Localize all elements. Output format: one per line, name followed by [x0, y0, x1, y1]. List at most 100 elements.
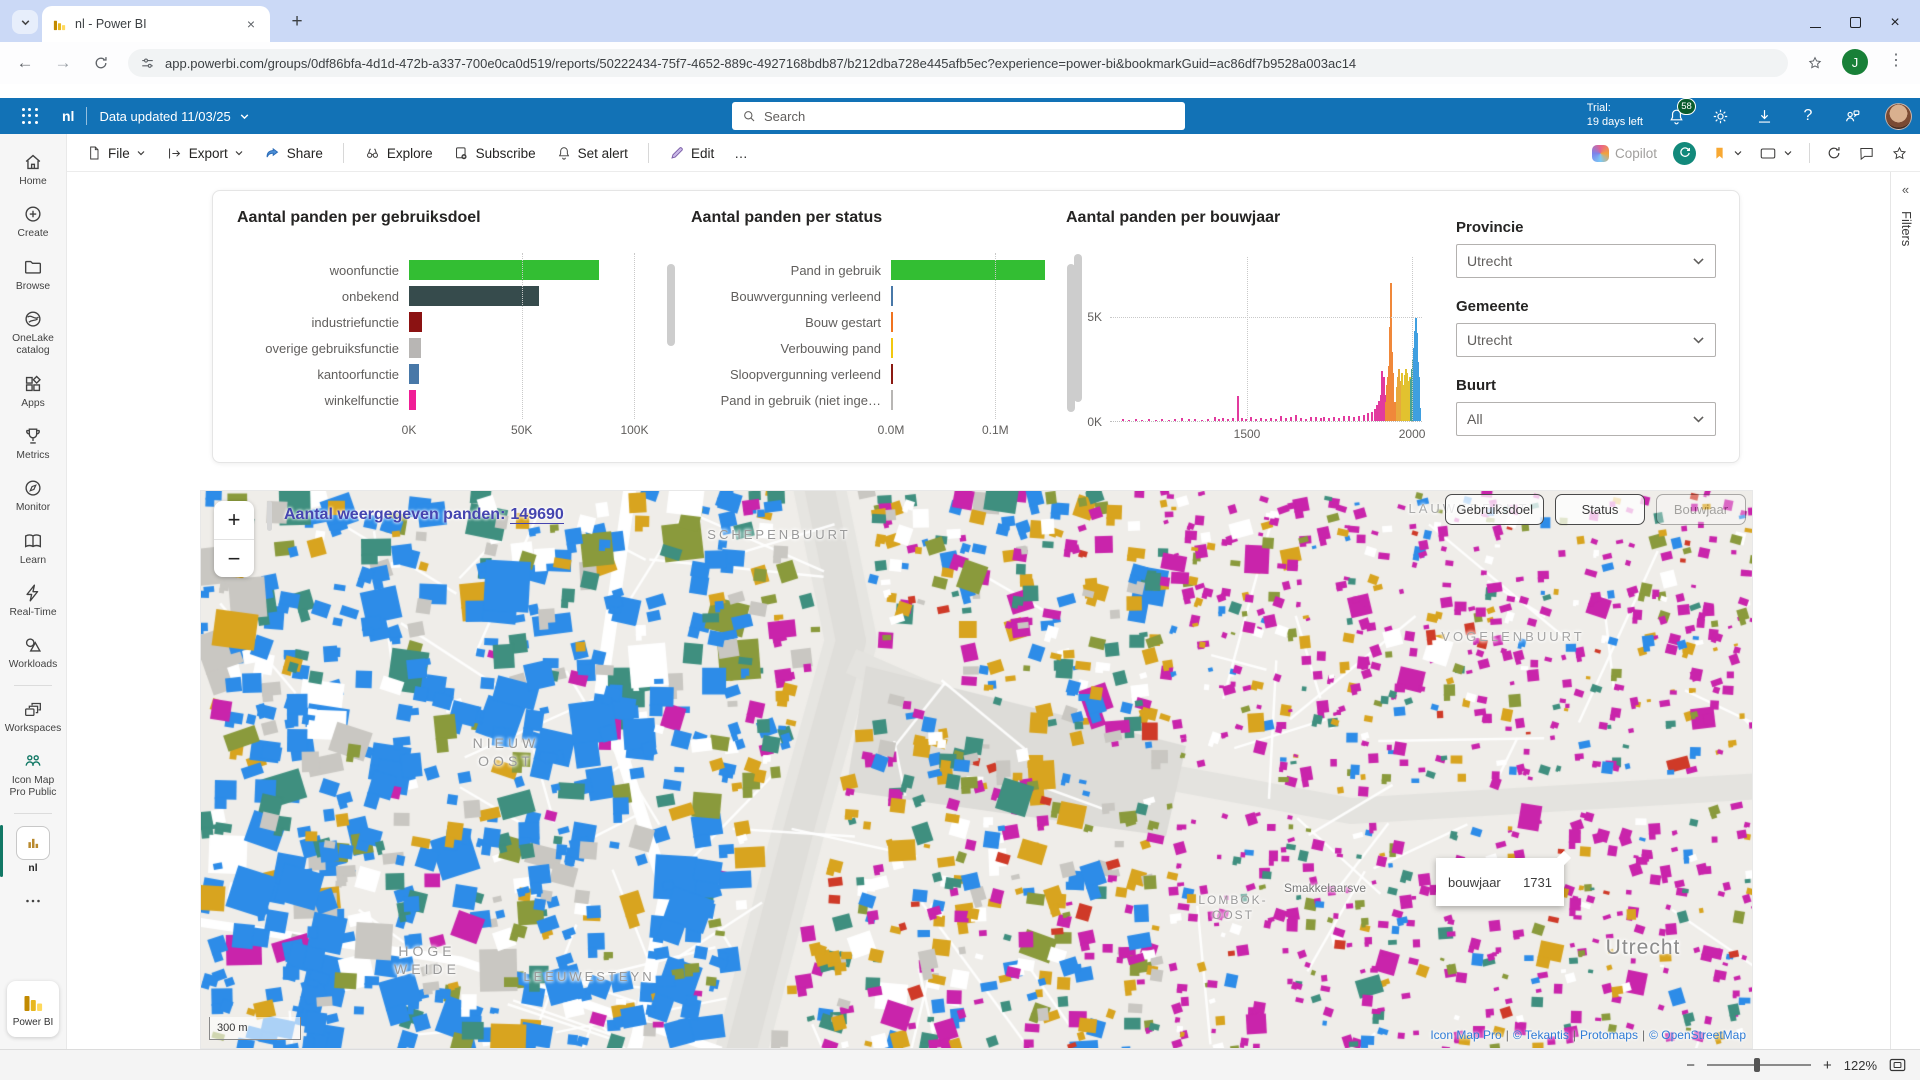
histogram-bar[interactable] — [1148, 419, 1150, 421]
bar-row[interactable]: Verbouwing pand — [691, 335, 1071, 361]
histogram-bar[interactable] — [1194, 419, 1196, 421]
data-bar[interactable] — [409, 338, 421, 358]
set-alert-button[interactable]: Set alert — [556, 145, 628, 161]
histogram-bar[interactable] — [1218, 419, 1220, 421]
explore-button[interactable]: Explore — [364, 145, 433, 162]
bar-row[interactable]: Pand in gebruik (niet inge… — [691, 387, 1071, 413]
bar-row[interactable]: industriefunctie — [237, 309, 687, 335]
sidebar-item-icon-map-pro-public[interactable]: Icon Map Pro Public — [0, 743, 67, 808]
tab-close-icon[interactable]: × — [242, 15, 260, 33]
window-maximize-button[interactable] — [1848, 14, 1862, 28]
histogram-bar[interactable] — [1295, 415, 1297, 421]
histogram-bar[interactable] — [1174, 419, 1176, 421]
histogram-bar[interactable] — [1155, 420, 1157, 422]
histogram-bar[interactable] — [1280, 416, 1282, 421]
data-bar[interactable] — [891, 390, 893, 410]
slicer-dropdown-provincie[interactable]: Utrecht — [1456, 244, 1716, 278]
histogram-bar[interactable] — [1323, 417, 1325, 421]
histogram-bar[interactable] — [1305, 419, 1307, 422]
canvas-zoom-out-button[interactable]: − — [1686, 1057, 1695, 1074]
view-menu[interactable] — [1759, 146, 1793, 161]
histogram-bar[interactable] — [1320, 418, 1322, 421]
tab-search-chevron-icon[interactable] — [12, 10, 38, 34]
filters-collapsed-pane[interactable]: « Filters — [1890, 172, 1920, 1049]
powerbi-brand-card[interactable]: Power BI — [7, 981, 59, 1037]
data-bar[interactable] — [891, 364, 893, 384]
data-bar[interactable] — [409, 312, 422, 332]
histogram-bar[interactable] — [1363, 415, 1365, 422]
slicer-dropdown-buurt[interactable]: All — [1456, 402, 1716, 436]
edit-button[interactable]: Edit — [669, 145, 714, 161]
histogram-bar[interactable] — [1122, 419, 1124, 422]
histogram-bar[interactable] — [1227, 419, 1229, 421]
feedback-icon[interactable] — [1841, 105, 1863, 127]
browser-profile-avatar[interactable]: J — [1842, 49, 1868, 75]
histogram-bar[interactable] — [1353, 417, 1355, 421]
browser-menu-icon[interactable]: ⋮ — [1888, 50, 1904, 70]
reset-view-icon[interactable] — [1673, 142, 1696, 165]
search-input[interactable]: Search — [732, 102, 1185, 130]
data-bar[interactable] — [891, 286, 893, 306]
notifications-bell-icon[interactable]: 58 — [1665, 105, 1687, 127]
histogram-bar[interactable] — [1181, 418, 1183, 421]
chart-bouwjaar[interactable]: Aantal panden per bouwjaar 150020000K5K — [1066, 209, 1456, 449]
bar-row[interactable]: Sloopvergunning verleend — [691, 361, 1071, 387]
address-bar[interactable]: app.powerbi.com/groups/0df86bfa-4d1d-472… — [128, 49, 1788, 77]
bookmarks-menu[interactable] — [1712, 145, 1743, 161]
histogram-bar[interactable] — [1168, 420, 1170, 421]
expand-filters-chevron-icon[interactable]: « — [1891, 172, 1920, 197]
bar-row[interactable]: onbekend — [237, 283, 687, 309]
sidebar-item-browse[interactable]: Browse — [0, 249, 67, 301]
window-minimize-button[interactable] — [1808, 14, 1822, 28]
data-bar[interactable] — [891, 312, 893, 332]
bookmark-star-icon[interactable] — [1802, 50, 1828, 76]
histogram-bar[interactable] — [1241, 418, 1243, 421]
chart-gebruiksdoel[interactable]: Aantal panden per gebruiksdoel woonfunct… — [237, 209, 687, 449]
bar-row[interactable]: overige gebruiksfunctie — [237, 335, 687, 361]
histogram-bar[interactable] — [1419, 408, 1421, 421]
bar-row[interactable]: kantoorfunctie — [237, 361, 687, 387]
fit-to-page-icon[interactable] — [1889, 1058, 1906, 1072]
sidebar-item-learn[interactable]: Learn — [0, 523, 67, 575]
histogram-bar[interactable] — [1201, 420, 1203, 422]
sidebar-item-monitor[interactable]: Monitor — [0, 470, 67, 522]
sidebar-item-more[interactable] — [0, 883, 67, 920]
sidebar-item-create[interactable]: Create — [0, 196, 67, 248]
data-bar[interactable] — [409, 390, 416, 410]
subscribe-button[interactable]: Subscribe — [453, 145, 536, 162]
slicer-dropdown-gemeente[interactable]: Utrecht — [1456, 323, 1716, 357]
data-bar[interactable] — [409, 364, 419, 384]
histogram-bar[interactable] — [1275, 419, 1277, 421]
data-bar[interactable] — [891, 338, 893, 358]
attribution-link[interactable]: Icon Map Pro — [1430, 1028, 1501, 1042]
copilot-button[interactable]: Copilot — [1592, 145, 1657, 162]
histogram-bar[interactable] — [1343, 416, 1345, 421]
share-button[interactable]: Share — [264, 145, 323, 162]
histogram-bar[interactable] — [1141, 420, 1143, 421]
chart-status[interactable]: Aantal panden per status Pand in gebruik… — [691, 209, 1071, 449]
sidebar-item-nl[interactable]: nl — [0, 819, 67, 883]
sidebar-item-workloads[interactable]: Workloads — [0, 627, 67, 679]
forward-button[interactable]: → — [50, 50, 76, 76]
map-layer-button-gebruiksdoel[interactable]: Gebruiksdoel — [1445, 494, 1544, 525]
histogram-bar[interactable] — [1214, 417, 1216, 421]
user-avatar[interactable] — [1885, 103, 1912, 130]
data-bar[interactable] — [891, 260, 1045, 280]
histogram-bar[interactable] — [1315, 417, 1317, 421]
attribution-link[interactable]: Protomaps — [1580, 1028, 1638, 1042]
sidebar-item-onelake-catalog[interactable]: OneLake catalog — [0, 301, 67, 366]
histogram-bar[interactable] — [1135, 419, 1137, 421]
histogram-bar[interactable] — [1232, 418, 1234, 421]
toolbar-more-options[interactable]: … — [734, 146, 749, 161]
window-close-button[interactable]: × — [1888, 14, 1902, 28]
histogram-bar[interactable] — [1285, 418, 1287, 421]
histogram-bar[interactable] — [1300, 418, 1302, 421]
histogram-bar[interactable] — [1328, 418, 1330, 421]
map-zoom-in-button[interactable]: + — [214, 501, 254, 539]
comments-icon[interactable] — [1858, 145, 1875, 162]
histogram-bar[interactable] — [1188, 419, 1190, 421]
map-visual[interactable]: SCHEPENBUURTLAUWERECHTVOGELENBUURTNIEUW … — [200, 490, 1753, 1049]
canvas-zoom-slider[interactable] — [1707, 1064, 1811, 1066]
canvas-zoom-in-button[interactable]: + — [1823, 1057, 1832, 1074]
sidebar-item-real-time[interactable]: Real-Time — [0, 575, 67, 627]
